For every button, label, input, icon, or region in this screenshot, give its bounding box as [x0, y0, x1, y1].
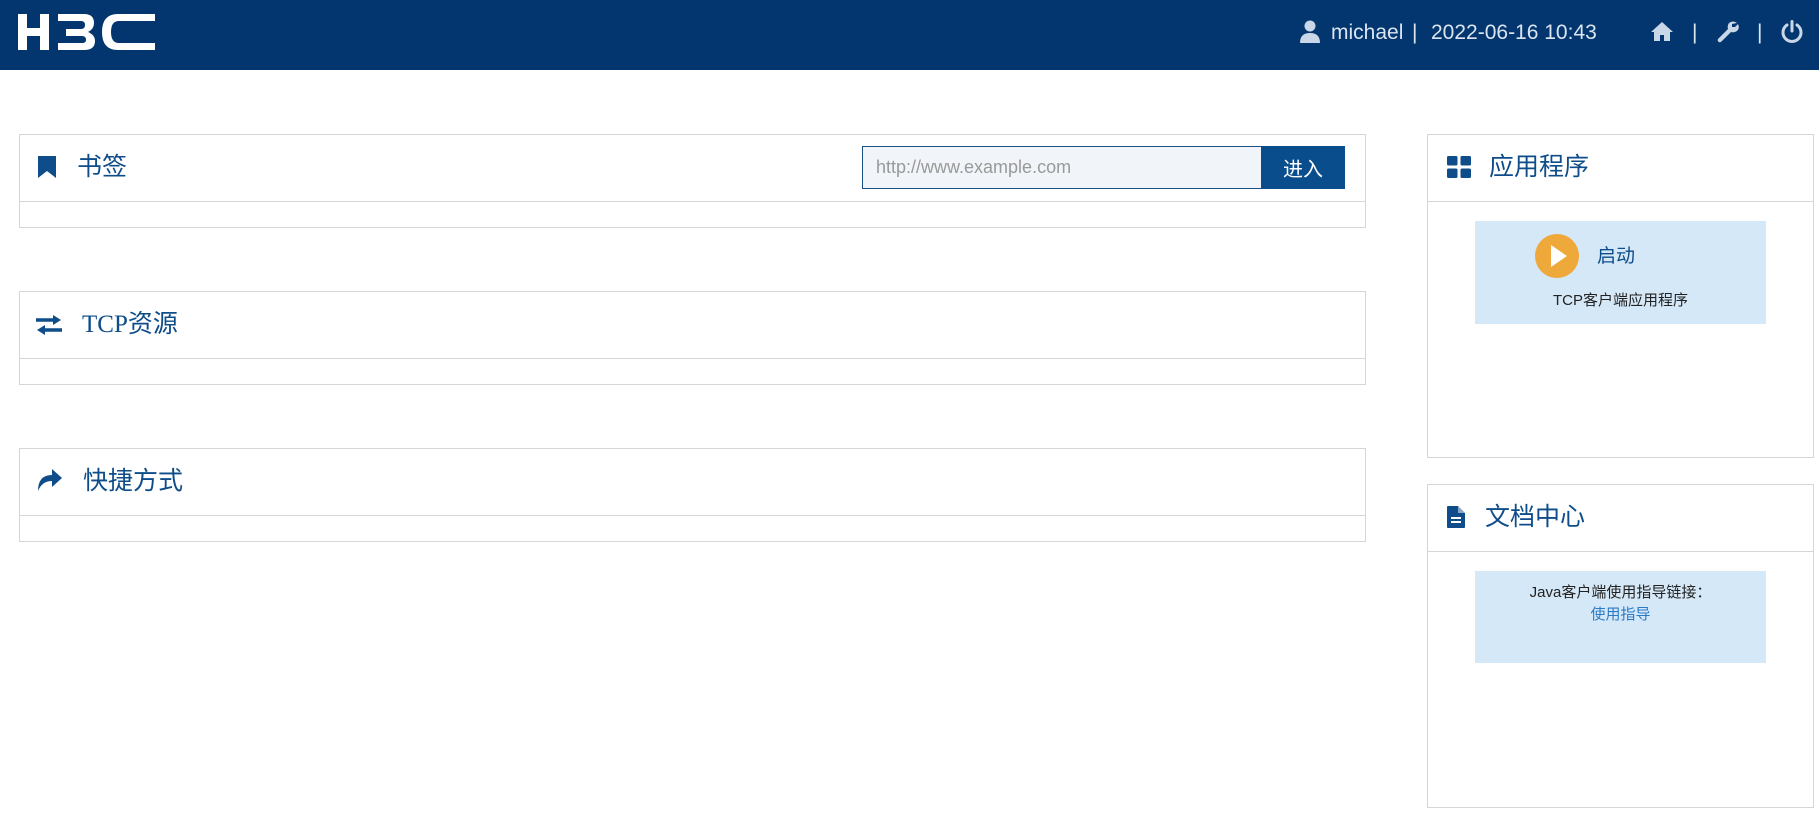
- header-separator: |: [1412, 21, 1418, 44]
- docs-panel-header: 文档中心: [1428, 485, 1813, 552]
- power-icon[interactable]: [1780, 20, 1804, 44]
- app-name: TCP客户端应用程序: [1552, 292, 1688, 309]
- login-datetime: 2022-06-16 10:43: [1431, 21, 1597, 44]
- play-icon[interactable]: [1535, 234, 1579, 278]
- tcp-resources-panel: TCP资源: [19, 291, 1366, 385]
- header-separator: |: [1692, 21, 1698, 44]
- wrench-icon[interactable]: [1716, 20, 1740, 44]
- apps-panel-header: 应用程序: [1428, 135, 1813, 202]
- panel-title: 应用程序: [1489, 154, 1590, 181]
- share-arrow-icon: [38, 469, 62, 491]
- tcp-panel-header: TCP资源: [20, 292, 1365, 359]
- doc-card: Java客户端使用指导链接： 使用指导: [1475, 571, 1766, 663]
- shortcuts-panel: 快捷方式: [19, 448, 1366, 542]
- url-input[interactable]: [862, 146, 1262, 189]
- grid-icon: [1447, 156, 1471, 178]
- user-icon: [1300, 20, 1320, 43]
- header-separator: |: [1757, 21, 1763, 44]
- doc-description: Java客户端使用指导链接：: [1529, 584, 1712, 601]
- panel-title: TCP资源: [82, 311, 178, 338]
- exchange-arrows-icon: [36, 315, 62, 335]
- launch-button[interactable]: 启动: [1597, 246, 1635, 268]
- document-icon: [1447, 506, 1465, 528]
- panel-title: 文档中心: [1485, 504, 1586, 531]
- guide-link[interactable]: 使用指导: [1475, 606, 1766, 624]
- username: michael: [1331, 21, 1404, 44]
- shortcuts-panel-header: 快捷方式: [20, 449, 1365, 516]
- panel-title: 快捷方式: [83, 468, 184, 495]
- bookmark-icon: [38, 156, 56, 178]
- app-card: 启动 TCP客户端应用程序: [1475, 221, 1766, 324]
- enter-button[interactable]: 进入: [1261, 146, 1345, 189]
- home-icon[interactable]: [1650, 20, 1674, 44]
- h3c-logo: [18, 14, 155, 50]
- top-bar: michael | 2022-06-16 10:43 | |: [0, 0, 1819, 70]
- panel-title: 书签: [77, 154, 128, 181]
